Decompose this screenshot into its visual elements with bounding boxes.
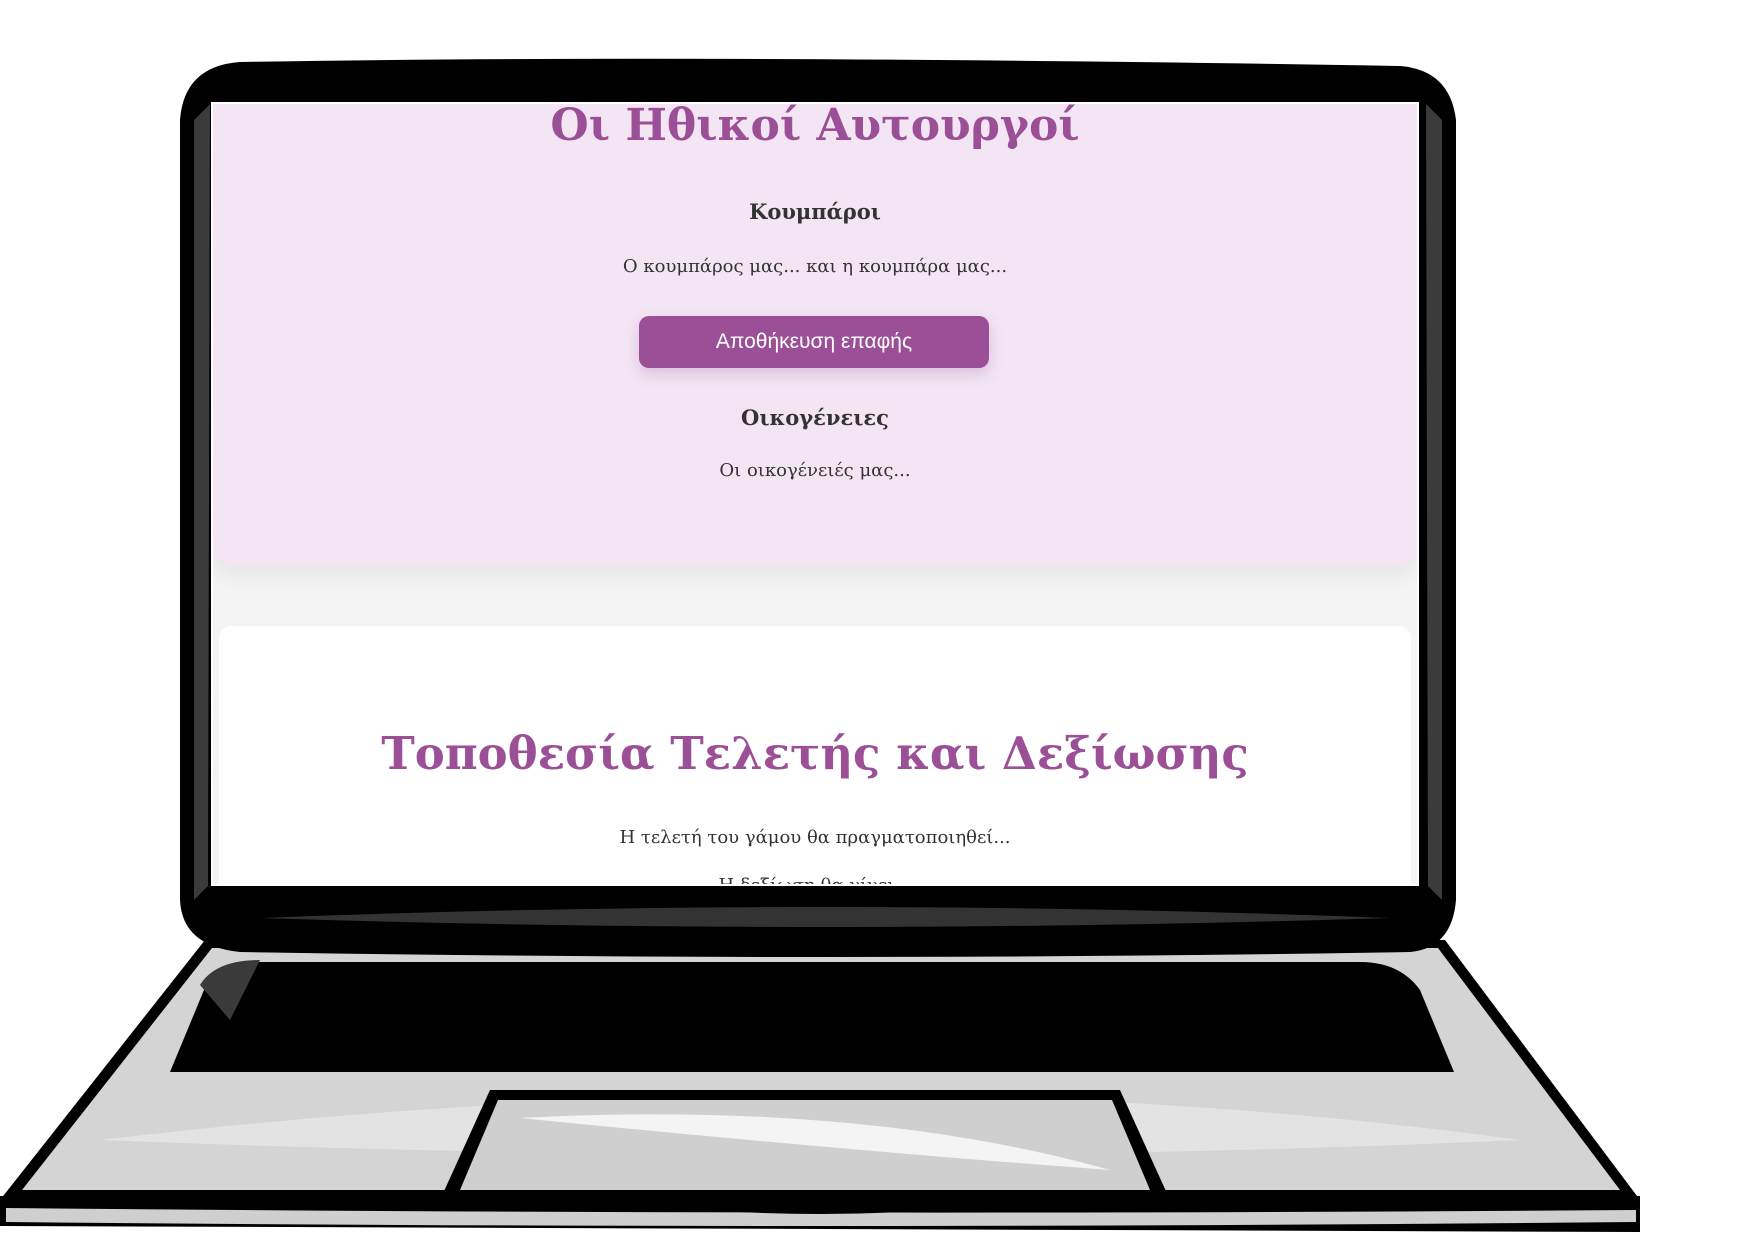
laptop-screen: Οι Ηθικοί Αυτουργοί Κουμπάροι Ο κουμπάρο… (213, 104, 1417, 884)
godparents-text: Ο κουμπάρος μας... και η κουμπάρα μας... (622, 256, 1008, 277)
location-section: Τοποθεσία Τελετής και Δεξίωσης Η τελετή … (219, 626, 1411, 884)
ceremony-text: Η τελετή του γάμου θα πραγματοποιηθεί... (619, 827, 1011, 848)
location-title: Τοποθεσία Τελετής και Δεξίωσης (381, 727, 1249, 780)
save-contact-button[interactable]: Αποθήκευση επαφής (639, 316, 989, 368)
families-text: Οι οικογένειές μας... (719, 460, 911, 481)
families-heading: Οικογένειες (741, 405, 889, 430)
moral-authors-title: Οι Ηθικοί Αυτουργοί (550, 104, 1080, 151)
moral-authors-section: Οι Ηθικοί Αυτουργοί Κουμπάροι Ο κουμπάρο… (213, 104, 1417, 566)
godparents-heading: Κουμπάροι (749, 199, 881, 224)
laptop-illustration: Οι Ηθικοί Αυτουργοί Κουμπάροι Ο κουμπάρο… (0, 0, 1748, 1240)
reception-text: Η δεξίωση θα γίνει... (219, 874, 1411, 884)
